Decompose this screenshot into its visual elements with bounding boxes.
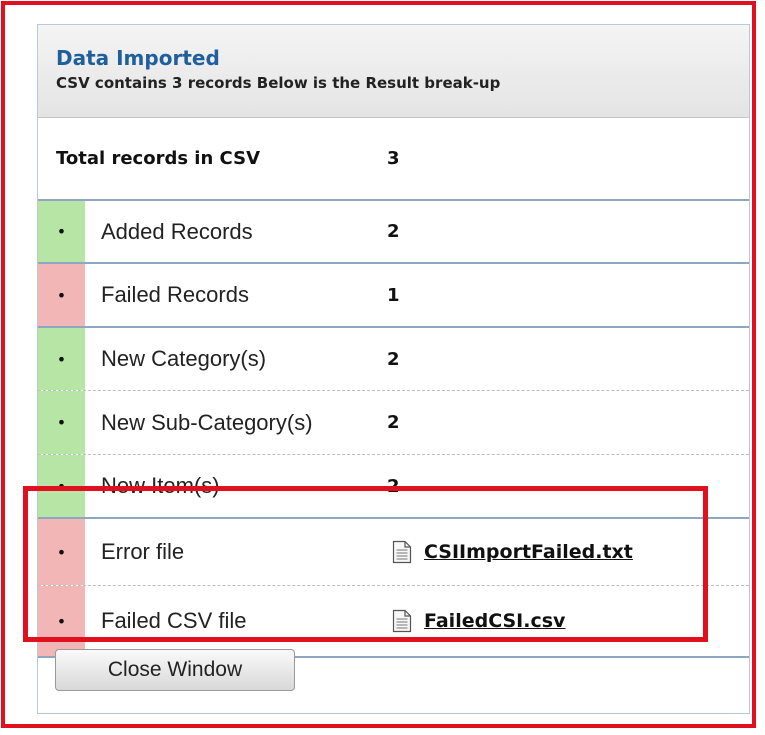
- row-value: 2: [387, 412, 400, 433]
- import-result-panel: Data Imported CSV contains 3 records Bel…: [37, 24, 750, 714]
- error-file-link[interactable]: CSIImportFailed.txt: [424, 541, 633, 563]
- total-records-value: 3: [387, 148, 400, 169]
- row-value: 2: [387, 221, 400, 242]
- row-value: 2: [387, 348, 400, 370]
- panel-header: Data Imported CSV contains 3 records Bel…: [38, 25, 749, 118]
- bullet: •: [56, 542, 67, 562]
- total-records-row: Total records in CSV 3: [38, 119, 749, 201]
- panel-title: Data Imported: [56, 46, 220, 70]
- result-row-new-item: • New Item(s) 2: [38, 455, 749, 519]
- file-row-failed-csv: • Failed CSV file FailedCSI.csv: [38, 586, 749, 658]
- result-row-failed: • Failed Records 1: [38, 264, 749, 328]
- document-icon: [392, 609, 412, 633]
- failed-csv-file-link[interactable]: FailedCSI.csv: [424, 610, 565, 632]
- result-row-new-subcategory: • New Sub-Category(s) 2: [38, 391, 749, 455]
- bullet: •: [56, 349, 67, 369]
- row-label: New Category(s): [101, 346, 267, 371]
- row-value: 2: [387, 475, 400, 497]
- file-row-error: • Error file CSIImportFailed.txt: [38, 519, 749, 586]
- panel-subtitle: CSV contains 3 records Below is the Resu…: [56, 74, 501, 92]
- result-row-new-category: • New Category(s) 2: [38, 328, 749, 391]
- row-label: New Sub-Category(s): [101, 409, 313, 435]
- file-link-group: FailedCSI.csv: [392, 586, 565, 656]
- row-label: Added Records: [101, 218, 253, 244]
- result-row-added: • Added Records 2: [38, 201, 749, 264]
- bullet: •: [56, 476, 67, 496]
- bullet: •: [56, 413, 67, 432]
- file-row-label: Failed CSV file: [101, 608, 247, 633]
- bullet: •: [56, 222, 67, 241]
- row-label: Failed Records: [101, 282, 249, 307]
- file-link-group: CSIImportFailed.txt: [392, 519, 633, 585]
- bullet: •: [56, 611, 67, 631]
- total-records-label: Total records in CSV: [56, 148, 260, 169]
- row-label: New Item(s): [101, 473, 220, 498]
- document-icon: [392, 540, 412, 564]
- close-window-button[interactable]: Close Window: [55, 649, 295, 691]
- row-value: 1: [387, 284, 400, 306]
- bullet: •: [56, 285, 67, 305]
- file-row-label: Error file: [101, 539, 185, 564]
